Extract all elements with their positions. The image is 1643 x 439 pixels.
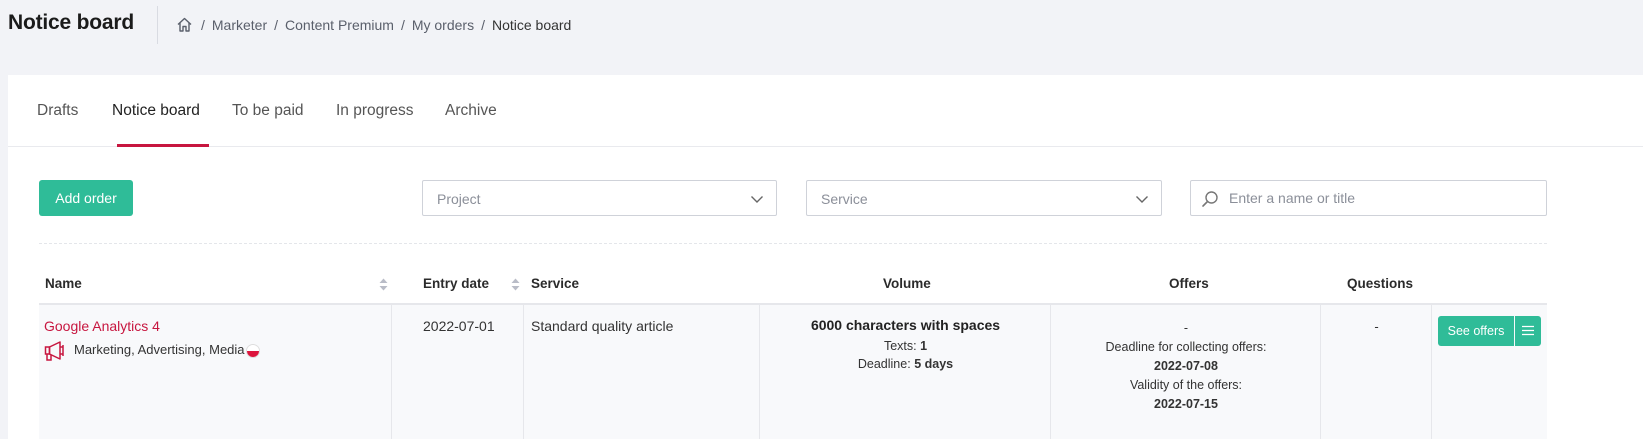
- header-divider: [157, 6, 158, 44]
- sort-icon[interactable]: [511, 278, 520, 291]
- column-header-volume: Volume: [883, 276, 931, 291]
- volume-cell: 6000 characters with spaces Texts: 1 Dea…: [760, 317, 1051, 371]
- tab-drafts[interactable]: Drafts: [37, 102, 78, 120]
- filter-divider: [39, 243, 1547, 244]
- cell-divider: [391, 305, 392, 439]
- tab-archive[interactable]: Archive: [445, 102, 497, 120]
- tab-notice-board[interactable]: Notice board: [112, 102, 200, 120]
- add-order-button[interactable]: Add order: [39, 180, 133, 216]
- deadline-line: Deadline: 5 days: [760, 357, 1051, 371]
- column-header-entry-date: Entry date: [423, 276, 490, 291]
- texts-line: Texts: 1: [760, 339, 1051, 353]
- hamburger-icon: [1522, 325, 1534, 336]
- breadcrumb-content-premium[interactable]: Content Premium: [285, 17, 394, 33]
- service-select-placeholder: Service: [821, 191, 868, 207]
- column-header-offers: Offers: [1169, 276, 1209, 291]
- row-menu-button[interactable]: [1515, 316, 1541, 346]
- service-select[interactable]: Service: [806, 180, 1162, 216]
- search-box: [1190, 180, 1547, 216]
- breadcrumb-separator: /: [274, 16, 279, 33]
- order-name-link[interactable]: Google Analytics 4: [44, 318, 160, 334]
- breadcrumb-separator: /: [481, 16, 485, 33]
- orders-card: Drafts Notice board To be paid In progre…: [8, 75, 1643, 439]
- page-title: Notice board: [8, 11, 134, 34]
- project-select[interactable]: Project: [422, 180, 777, 216]
- validity-label: Validity of the offers:: [1129, 378, 1243, 392]
- top-bar: Notice board / Marketer / Content Premiu…: [0, 0, 1643, 52]
- tab-to-be-paid[interactable]: To be paid: [232, 102, 304, 120]
- search-input[interactable]: [1229, 182, 1539, 214]
- texts-label: Texts:: [883, 339, 917, 353]
- deadline-label: Deadline:: [857, 357, 911, 371]
- volume-value: 6000 characters with spaces: [810, 317, 1001, 333]
- offers-count: -: [1183, 321, 1189, 335]
- project-select-placeholder: Project: [437, 191, 481, 207]
- search-icon: [1201, 190, 1219, 208]
- collect-deadline-value: 2022-07-08: [1154, 359, 1218, 373]
- entry-date-value: 2022-07-01: [423, 318, 495, 334]
- deadline-value: 5 days: [914, 357, 954, 371]
- chevron-down-icon: [1135, 192, 1149, 206]
- service-value: Standard quality article: [531, 318, 674, 334]
- cell-divider: [523, 305, 524, 439]
- breadcrumb: / Marketer / Content Premium / My orders…: [176, 16, 571, 33]
- column-header-name: Name: [45, 276, 82, 291]
- chevron-down-icon: [750, 192, 764, 206]
- tab-in-progress[interactable]: In progress: [336, 102, 414, 120]
- column-header-service: Service: [531, 276, 580, 291]
- home-icon[interactable]: [176, 16, 193, 33]
- order-categories: Marketing, Advertising, Media: [74, 342, 245, 357]
- texts-value: 1: [920, 339, 928, 353]
- validity-value: 2022-07-15: [1154, 397, 1218, 411]
- megaphone-icon: [44, 340, 68, 362]
- questions-value: -: [1374, 319, 1379, 334]
- offers-cell: - Deadline for collecting offers: 2022-0…: [1051, 319, 1321, 414]
- collect-deadline-label: Deadline for collecting offers:: [1105, 340, 1267, 354]
- active-tab-indicator: [117, 144, 209, 147]
- breadcrumb-marketer[interactable]: Marketer: [212, 17, 267, 33]
- breadcrumb-separator: /: [400, 16, 405, 33]
- breadcrumb-current: Notice board: [491, 16, 572, 33]
- breadcrumb-my-orders[interactable]: My orders: [412, 17, 474, 33]
- sort-icon[interactable]: [379, 278, 388, 291]
- breadcrumb-separator: /: [201, 16, 205, 33]
- tab-bar: Drafts Notice board To be paid In progre…: [8, 75, 1643, 147]
- column-header-questions: Questions: [1347, 276, 1414, 291]
- table-row: Google Analytics 4 Marketing, Advertisin…: [39, 305, 1547, 439]
- see-offers-button[interactable]: See offers: [1438, 316, 1514, 346]
- table-header: Name Entry date Service Volume Offers Qu…: [39, 265, 1547, 305]
- poland-flag-icon: [246, 344, 260, 358]
